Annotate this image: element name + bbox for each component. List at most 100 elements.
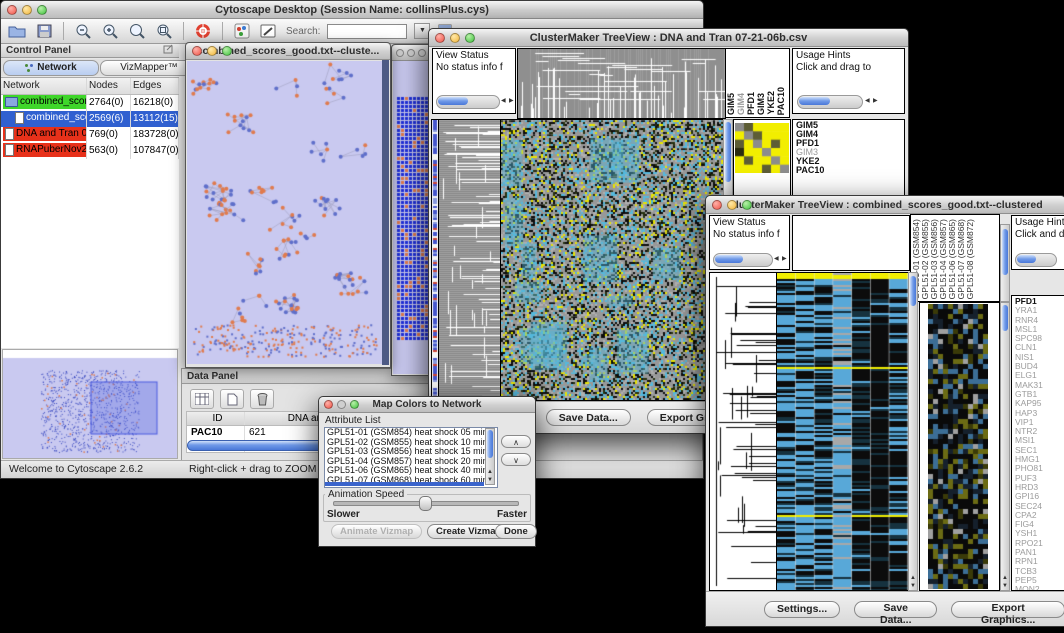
close-button[interactable]	[324, 400, 333, 409]
network-scroll-strip[interactable]	[382, 60, 389, 365]
column-label[interactable]: PFD1	[747, 92, 756, 115]
treeview2-titlebar[interactable]: ClusterMaker TreeView : combined_scores_…	[706, 196, 1064, 214]
move-down-button[interactable]: ∨	[501, 453, 531, 466]
zoom-button[interactable]	[350, 400, 359, 409]
done-button[interactable]: Done	[495, 524, 537, 539]
zoom-button[interactable]	[465, 33, 475, 43]
tv2-row-dendrogram[interactable]	[709, 272, 777, 591]
row-dendrogram[interactable]	[438, 119, 501, 401]
help-icon[interactable]	[193, 22, 213, 40]
view-status-hscrollbar[interactable]	[713, 253, 773, 267]
minimize-button[interactable]	[727, 200, 737, 210]
close-button[interactable]	[192, 46, 202, 56]
tab-network[interactable]: Network	[3, 60, 99, 76]
attribute-list[interactable]: GPL51-01 (GSM854) heat shock 05 minGPL51…	[324, 427, 498, 488]
column-label[interactable]: GIM4	[737, 93, 746, 115]
tab-vizmapper[interactable]: VizMapper™	[100, 60, 198, 76]
tv2-heatmap[interactable]	[776, 272, 909, 591]
close-button[interactable]	[712, 200, 722, 210]
tv1-zoom-heatmap[interactable]	[735, 123, 789, 173]
minimize-button[interactable]	[22, 5, 32, 15]
network-row[interactable]: combined_sco 2569(6) 13112(15)	[1, 111, 179, 127]
column-dendrogram[interactable]	[517, 48, 726, 119]
close-button[interactable]	[7, 5, 17, 15]
network-canvas[interactable]	[187, 61, 382, 364]
gene-label[interactable]: PAC10	[796, 166, 904, 175]
minimize-button[interactable]	[337, 400, 346, 409]
float-panel-icon[interactable]	[163, 44, 174, 57]
network-row[interactable]: DNA and Tran 07 769(0) 183728(0)	[1, 127, 179, 143]
faster-label: Faster	[497, 509, 527, 520]
network-tab-icon	[25, 64, 34, 72]
move-up-button[interactable]: ∧	[501, 435, 531, 448]
tv2-heat-vscrollbar[interactable]: ▲ ▼	[908, 272, 918, 591]
zoom-selected-icon[interactable]	[154, 22, 174, 40]
tv2-column-dendrogram[interactable]	[792, 215, 910, 271]
scroll-down-icon[interactable]: ▼	[1002, 583, 1008, 589]
scroll-up-icon[interactable]: ▲	[487, 469, 493, 475]
cytoscape-titlebar[interactable]: Cytoscape Desktop (Session Name: collins…	[1, 1, 703, 19]
dialog-titlebar[interactable]: Map Colors to Network	[319, 397, 535, 413]
scroll-down-icon[interactable]: ▼	[910, 583, 916, 589]
scroll-left-icon[interactable]: ◀	[865, 97, 870, 104]
minimize-button[interactable]	[207, 46, 217, 56]
scroll-right-icon[interactable]: ▶	[873, 97, 878, 104]
close-button[interactable]	[396, 49, 404, 57]
column-label[interactable]: PAC10	[777, 87, 786, 115]
attribute-list-vscrollbar[interactable]: ▲ ▼	[485, 428, 495, 485]
zoom-button[interactable]	[222, 46, 232, 56]
col-id[interactable]: ID	[187, 412, 245, 425]
treeview-button[interactable]: Save Data...	[854, 601, 937, 618]
network-row[interactable]: combined_scores_ 2764(0) 16218(0)	[1, 95, 179, 111]
column-label[interactable]: GIM3	[757, 93, 766, 115]
select-attributes-icon[interactable]	[190, 389, 214, 409]
toolbar-separator	[63, 22, 64, 40]
birdseye-panel[interactable]	[2, 349, 178, 459]
view-status-hscrollbar[interactable]	[436, 95, 500, 109]
search-input[interactable]	[327, 24, 407, 39]
zoom-button[interactable]	[418, 49, 426, 57]
scroll-right-icon[interactable]: ▶	[509, 97, 514, 104]
column-label[interactable]: GIM5	[727, 93, 736, 115]
delete-attribute-icon[interactable]	[250, 389, 274, 409]
birdseye-view[interactable]	[3, 350, 177, 458]
save-icon[interactable]	[34, 22, 54, 40]
scroll-down-icon[interactable]: ▼	[487, 477, 493, 483]
treeview-button[interactable]: Save Data...	[546, 409, 631, 426]
zoom-in-icon[interactable]	[100, 22, 120, 40]
tv1-heatmap[interactable]	[500, 119, 724, 401]
close-button[interactable]	[435, 33, 445, 43]
zoom-button[interactable]	[742, 200, 752, 210]
new-attribute-icon[interactable]	[220, 389, 244, 409]
zoom-button[interactable]	[37, 5, 47, 15]
tv2-labels-vscrollbar[interactable]	[1000, 224, 1010, 302]
network-view-window: combined_scores_good.txt--cluste...	[185, 42, 391, 368]
scroll-up-icon[interactable]: ▲	[910, 575, 916, 581]
column-label[interactable]: YKE2	[767, 91, 776, 115]
minimize-button[interactable]	[450, 33, 460, 43]
treeview1-titlebar[interactable]: ClusterMaker TreeView : DNA and Tran 07-…	[429, 29, 908, 47]
speed-slider-thumb[interactable]	[419, 496, 432, 511]
treeview-button[interactable]: Settings...	[764, 601, 840, 618]
scroll-right-icon[interactable]: ▶	[782, 255, 787, 262]
zoom-fit-icon[interactable]	[127, 22, 147, 40]
window-title: Cytoscape Desktop (Session Name: collins…	[1, 4, 703, 16]
usage-hints-hscrollbar[interactable]	[797, 95, 863, 109]
vizmapper-icon[interactable]	[232, 22, 252, 40]
tv2-zoom-heatmap[interactable]	[928, 304, 988, 589]
tv1-column-labels: GIM5GIM4PFD1GIM3YKE2PAC10	[725, 48, 790, 118]
network-view-titlebar[interactable]: combined_scores_good.txt--cluste...	[186, 43, 390, 60]
tv2-zoom-vscrollbar[interactable]: ▲ ▼	[1000, 302, 1010, 591]
scroll-up-icon[interactable]: ▲	[1002, 575, 1008, 581]
network-row[interactable]: RNAPuberNov2+ 563(0) 107847(0)	[1, 143, 179, 159]
usage-hints-hscrollbar[interactable]	[1015, 253, 1057, 267]
scroll-left-icon[interactable]: ◀	[501, 97, 506, 104]
scroll-left-icon[interactable]: ◀	[774, 255, 779, 262]
open-icon[interactable]	[7, 22, 27, 40]
animate-vizmap-button[interactable]: Animate Vizmap	[331, 524, 422, 539]
annotation-icon[interactable]	[259, 22, 279, 40]
minimize-button[interactable]	[407, 49, 415, 57]
treeview-button[interactable]: Export Graphics...	[951, 601, 1064, 618]
column-label[interactable]: GPL51-08 (GSM872)	[966, 219, 975, 299]
zoom-out-icon[interactable]	[73, 22, 93, 40]
